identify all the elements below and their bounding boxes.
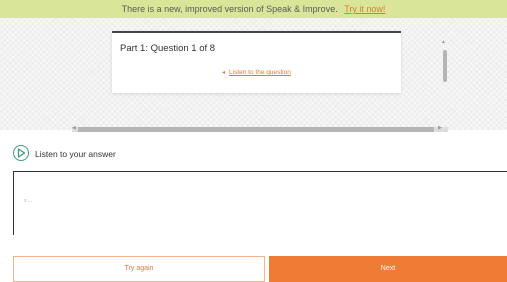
listen-question-link[interactable]: ◂ Listen to the question (222, 69, 291, 76)
answer-box: x ... (13, 171, 507, 235)
question-area: Part 1: Question 1 of 8 ◂ Listen to the q… (0, 18, 507, 130)
banner-message: There is a new, improved version of Spea… (121, 4, 338, 14)
answer-transcript: x ... (24, 198, 33, 204)
listen-answer-label: Listen to your answer (35, 149, 116, 159)
horizontal-scrollbar[interactable] (78, 127, 434, 132)
speaker-icon: ◂ (222, 70, 226, 76)
next-button[interactable]: Next (269, 256, 507, 282)
vertical-scrollbar[interactable] (443, 50, 447, 82)
question-title: Part 1: Question 1 of 8 (120, 43, 216, 54)
listen-question-label: Listen to the question (229, 69, 291, 76)
scroll-right-arrow-icon[interactable]: ▶ (438, 125, 442, 131)
scroll-left-arrow-icon[interactable]: ◀ (72, 125, 76, 131)
play-icon (17, 148, 26, 158)
question-card: Part 1: Question 1 of 8 ◂ Listen to the q… (112, 31, 401, 93)
update-banner: There is a new, improved version of Spea… (0, 0, 507, 18)
try-again-button[interactable]: Try again (13, 256, 265, 282)
scroll-up-arrow-icon[interactable]: ▲ (441, 39, 446, 45)
try-it-now-link[interactable]: Try it now! (344, 4, 385, 14)
play-answer-button[interactable] (13, 145, 29, 161)
